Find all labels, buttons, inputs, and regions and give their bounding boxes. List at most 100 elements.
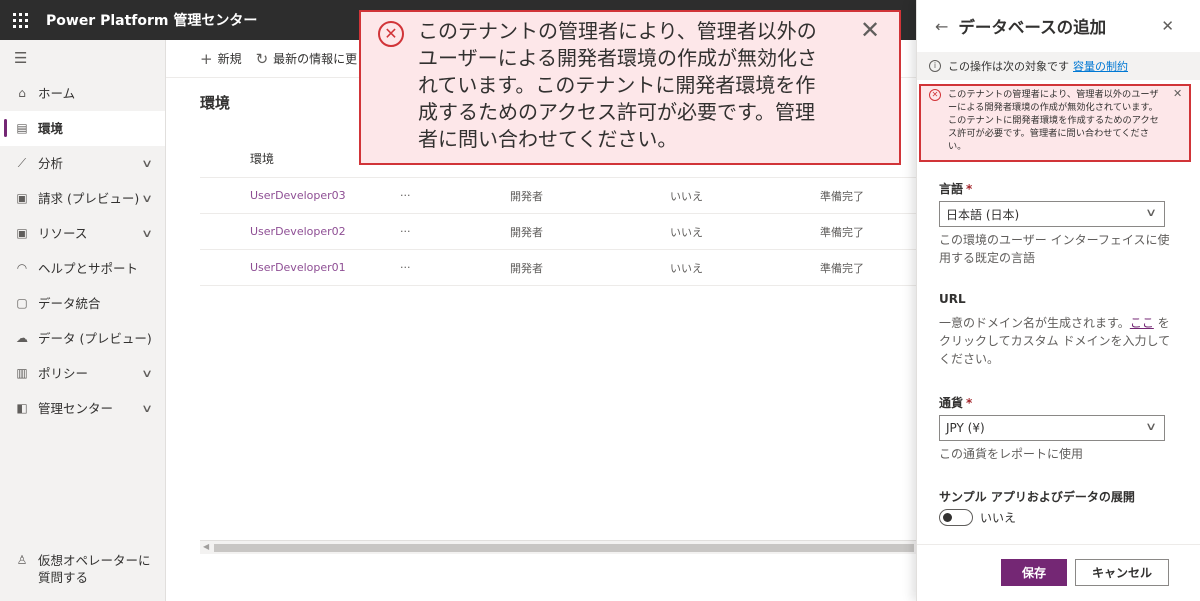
panel-header: ← データベースの追加 ✕	[917, 0, 1200, 52]
more-options-icon[interactable]: ···	[400, 189, 510, 202]
refresh-button-label: 最新の情報に更	[273, 52, 358, 66]
horizontal-scrollbar[interactable]: ◀	[200, 540, 916, 554]
close-icon[interactable]: ✕	[1173, 87, 1182, 100]
back-arrow-icon[interactable]: ←	[935, 17, 948, 36]
error-message: このテナントの管理者により、管理者以外のユーザーによる開発者環境の作成が無効化さ…	[418, 19, 817, 151]
toggle-state-text: いいえ	[980, 511, 1017, 525]
data-integration-icon: ▢	[16, 296, 28, 310]
chevron-down-icon[interactable]: ∨	[141, 190, 153, 207]
nav-item-environments[interactable]: ▤ 環境	[0, 111, 165, 146]
environment-state: 準備完了	[820, 225, 864, 239]
nav-item-label: リソース	[38, 226, 88, 241]
analytics-icon: ⟋	[17, 156, 27, 170]
currency-dropdown[interactable]: JPY (¥) ∨	[939, 415, 1165, 441]
error-message: このテナントの管理者により、管理者以外のユーザーによる開発者環境の作成が無効化さ…	[948, 89, 1159, 152]
environment-flag: いいえ	[670, 189, 703, 203]
nav-item-home[interactable]: ⌂ ホーム	[0, 76, 165, 111]
scrollbar-thumb[interactable]	[214, 544, 914, 552]
nav-item-label: データ (プレビュー)	[38, 331, 152, 346]
nav-item-label: ホーム	[38, 86, 76, 101]
page-title: 環境	[200, 94, 231, 112]
chevron-down-icon: ∨	[1144, 420, 1158, 433]
cancel-button[interactable]: キャンセル	[1075, 559, 1169, 586]
required-asterisk: *	[966, 396, 973, 410]
environment-link[interactable]: UserDeveloper03	[200, 189, 400, 202]
custom-domain-link[interactable]: ここ	[1130, 316, 1154, 330]
nav-item-data-integration[interactable]: ▢ データ統合	[0, 286, 165, 321]
sample-apps-toggle[interactable]	[939, 509, 973, 526]
nav-item-admin-centers[interactable]: ◧ 管理センター ∨	[0, 391, 165, 426]
app-title: Power Platform 管理センター	[46, 13, 258, 29]
language-dropdown[interactable]: 日本語 (日本) ∨	[939, 201, 1165, 227]
environment-link[interactable]: UserDeveloper02	[200, 225, 400, 238]
billing-icon: ▣	[16, 191, 28, 205]
chevron-down-icon[interactable]: ∨	[141, 155, 153, 172]
required-asterisk: *	[966, 182, 973, 196]
close-icon[interactable]: ✕	[860, 16, 880, 44]
admin-center-icon: ◧	[16, 401, 28, 415]
save-button[interactable]: 保存	[1001, 559, 1067, 586]
nav-item-billing[interactable]: ▣ 請求 (プレビュー) ∨	[0, 181, 165, 216]
currency-label: 通貨 *	[939, 396, 973, 410]
error-message-bar: ✕ このテナントの管理者により、管理者以外のユーザーによる開発者環境の作成が無効…	[919, 84, 1191, 162]
add-database-panel: ← データベースの追加 ✕ i この操作は次の対象です 容量の制約 ✕ このテナ…	[916, 0, 1200, 601]
plus-icon: +	[200, 49, 213, 68]
nav-item-help-support[interactable]: ◠ ヘルプとサポート	[0, 251, 165, 286]
nav-item-label: 仮想オペレーターに質問する	[38, 553, 151, 585]
environment-state: 準備完了	[820, 189, 864, 203]
table-row[interactable]: UserDeveloper02 ··· 開発者 いいえ 準備完了	[200, 214, 916, 250]
table-row[interactable]: UserDeveloper01 ··· 開発者 いいえ 準備完了	[200, 250, 916, 286]
error-callout: ✕ このテナントの管理者により、管理者以外のユーザーによる開発者環境の作成が無効…	[359, 10, 901, 165]
scroll-left-icon[interactable]: ◀	[203, 542, 209, 551]
panel-title: データベースの追加	[958, 18, 1107, 37]
panel-footer: 保存 キャンセル	[917, 544, 1200, 601]
environment-flag: いいえ	[670, 225, 703, 239]
capacity-constraints-link[interactable]: 容量の制約	[1073, 58, 1128, 74]
nav-item-label: ヘルプとサポート	[38, 261, 139, 276]
environment-state: 準備完了	[820, 261, 864, 275]
currency-help: この通貨をレポートに使用	[939, 447, 1084, 461]
left-nav: ☰ ⌂ ホーム ▤ 環境 ⟋ 分析 ∨ ▣ 請求 (プレビュー) ∨ ▣ リソー…	[0, 40, 166, 601]
environment-flag: いいえ	[670, 261, 703, 275]
refresh-button[interactable]: ↻ 最新の情報に更	[256, 50, 358, 68]
url-label: URL	[939, 292, 966, 306]
language-help: この環境のユーザー インターフェイスに使用する既定の言語	[939, 233, 1170, 265]
info-bar: i この操作は次の対象です 容量の制約	[917, 52, 1200, 80]
home-icon: ⌂	[18, 86, 26, 100]
language-label: 言語 *	[939, 182, 973, 196]
nav-item-label: 分析	[38, 156, 64, 171]
environment-type: 開発者	[510, 225, 543, 239]
nav-item-analytics[interactable]: ⟋ 分析 ∨	[0, 146, 165, 181]
nav-item-policies[interactable]: ▥ ポリシー ∨	[0, 356, 165, 391]
error-icon: ✕	[929, 89, 941, 101]
more-options-icon[interactable]: ···	[400, 261, 510, 274]
person-icon: ♙	[16, 553, 28, 567]
new-button[interactable]: + 新規	[200, 50, 242, 68]
nav-item-label: 管理センター	[38, 401, 114, 416]
error-icon: ✕	[378, 21, 404, 47]
nav-item-label: 環境	[38, 121, 64, 136]
sample-apps-label: サンプル アプリおよびデータの展開	[939, 490, 1135, 504]
more-options-icon[interactable]: ···	[400, 225, 510, 238]
chevron-down-icon[interactable]: ∨	[141, 400, 153, 417]
nav-item-label: ポリシー	[38, 366, 89, 381]
table-row[interactable]: UserDeveloper03 ··· 開発者 いいえ 準備完了	[200, 178, 916, 214]
chevron-down-icon[interactable]: ∨	[141, 225, 153, 242]
nav-item-virtual-agent[interactable]: ♙ 仮想オペレーターに質問する	[0, 543, 166, 595]
nav-item-label: データ統合	[38, 296, 101, 311]
environment-link[interactable]: UserDeveloper01	[200, 261, 400, 274]
nav-item-resources[interactable]: ▣ リソース ∨	[0, 216, 165, 251]
chevron-down-icon: ∨	[1144, 206, 1158, 219]
chevron-down-icon[interactable]: ∨	[141, 365, 153, 382]
app-launcher-icon[interactable]	[0, 0, 40, 40]
info-icon: i	[929, 60, 941, 72]
currency-value: JPY (¥)	[946, 421, 985, 435]
new-button-label: 新規	[217, 52, 242, 66]
info-text: この操作は次の対象です	[948, 60, 1069, 73]
nav-item-data-preview[interactable]: ☁ データ (プレビュー)	[0, 321, 165, 356]
resources-icon: ▣	[16, 226, 28, 240]
language-value: 日本語 (日本)	[946, 207, 1020, 222]
hamburger-icon[interactable]: ☰	[0, 40, 165, 76]
close-icon[interactable]: ✕	[1161, 17, 1174, 35]
sample-apps-toggle-row: いいえ	[939, 509, 1016, 526]
